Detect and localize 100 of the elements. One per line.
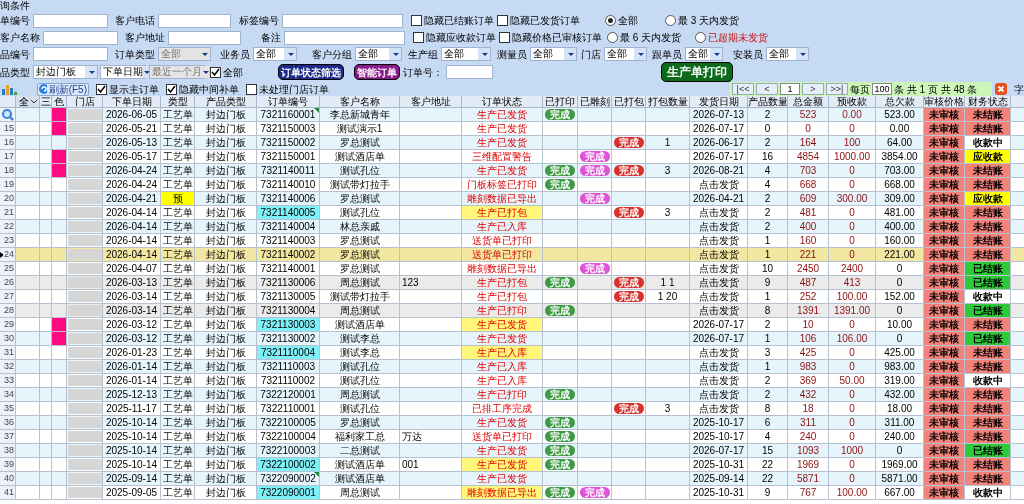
text-field[interactable] — [43, 30, 118, 45]
checkbox[interactable] — [246, 83, 257, 95]
table-row[interactable]: 18 2026-04-24 工艺单 封边门板 7321140011 测试孔位 生产已发货 完成 完成 完成 3 2026-08-21 4 703 0 703.00 未审核 未结账 — [0, 164, 1024, 178]
text-field[interactable] — [33, 13, 108, 28]
page-field[interactable]: 1 — [780, 83, 800, 95]
table-cell[interactable]: 点击发货 — [690, 374, 747, 387]
table-row[interactable]: 34 2025-12-13 工艺单 封边门板 7322120001 周总测试 生产已打印 完成 点击发货 2 432 0 432.00 未审核 未结账 — [0, 388, 1024, 402]
table-cell[interactable]: 2026-07-17 — [690, 318, 747, 331]
table-row[interactable]: 21 2026-04-14 工艺单 封边门板 7321140005 测试孔位 生产已打包 完成 3 点击发货 2 481 0 481.00 未审核 未结账 — [0, 206, 1024, 220]
table-cell[interactable]: 点击发货 — [690, 220, 747, 233]
dropdown[interactable]: 全部 — [766, 47, 809, 61]
radio-button[interactable] — [607, 32, 618, 43]
column-header[interactable]: 产品类型 — [195, 96, 257, 107]
checkbox[interactable] — [166, 83, 177, 95]
table-row[interactable]: 28 2026-03-14 工艺单 封边门板 7321130004 周总测试 生产已打印 完成 点击发货 8 1391 1391.00 0 未审核 已结账 — [0, 304, 1024, 318]
text-field[interactable] — [284, 30, 405, 45]
table-cell[interactable]: 2025-10-31 — [690, 486, 747, 499]
checkbox[interactable] — [497, 15, 508, 26]
table-cell[interactable]: 点击发货 — [690, 402, 747, 415]
column-header[interactable]: 财务状态 — [965, 96, 1011, 107]
table-cell[interactable]: 点击发货 — [690, 304, 747, 317]
text-field[interactable] — [282, 13, 403, 28]
table-row[interactable]: 39 2025-10-14 工艺单 封边门板 7322100002 测试酒店单 001 生产已发货 完成 2025-10-31 22 1969 0 1969.00 未审核 未结账 — [0, 458, 1024, 472]
table-row[interactable]: 25 2026-04-07 工艺单 封边门板 7321140001 罗总测试 雕刻数据已导出 完成 点击发货 10 2450 2400 0 未审核 已结账 — [0, 262, 1024, 276]
table-cell[interactable]: 2026-06-17 — [690, 136, 747, 149]
column-header[interactable]: 类型 — [161, 96, 195, 107]
table-cell[interactable]: 点击发货 — [690, 290, 747, 303]
column-header[interactable]: 审核价格 — [924, 96, 965, 107]
table-row[interactable]: 36 2025-10-14 工艺单 封边门板 7322100005 罗总测试 生产已发货 完成 2025-10-17 6 311 0 311.00 未审核 未结账 — [0, 416, 1024, 430]
dropdown[interactable]: 下单日期 — [100, 65, 146, 79]
column-header[interactable]: 客户名称 — [320, 96, 400, 107]
column-header[interactable]: 总金额 — [788, 96, 829, 107]
table-cell[interactable]: 点击发货 — [690, 248, 747, 261]
table-cell[interactable]: 点击发货 — [690, 206, 747, 219]
column-header[interactable]: 打包数量 — [646, 96, 690, 107]
table-row[interactable]: 22 2026-04-14 工艺单 封边门板 7321140004 林总亲戚 生产已入库 点击发货 2 400 0 400.00 未审核 未结账 — [0, 220, 1024, 234]
dropdown[interactable]: 全部 — [530, 47, 577, 61]
table-cell[interactable]: 2025-10-17 — [690, 416, 747, 429]
checkbox[interactable] — [210, 66, 221, 78]
table-cell[interactable]: 2026-08-21 — [690, 164, 747, 177]
table-cell[interactable]: 2026-07-17 — [690, 444, 747, 457]
column-header[interactable]: 客户地址 — [400, 96, 462, 107]
column-header[interactable]: 订单编号 — [257, 96, 320, 107]
column-header[interactable]: 已打包 — [612, 96, 646, 107]
table-cell[interactable]: 2025-10-31 — [690, 458, 747, 471]
table-row[interactable]: 33 2026-01-14 工艺单 封边门板 7321110002 测试孔位 生产已入库 点击发货 2 369 50.00 319.00 未审核 收款中 — [0, 374, 1024, 388]
column-header[interactable]: 已打印 — [543, 96, 578, 107]
column-header[interactable]: 产品数量 — [748, 96, 788, 107]
table-row[interactable]: 16 2026-05-13 工艺单 封边门板 7321150002 罗总测试 生产已发货 完成 1 2026-06-17 2 164 100 64.00 未审核 收款中 — [0, 136, 1024, 150]
text-field[interactable] — [33, 47, 108, 61]
table-row[interactable]: 26 2026-03-13 工艺单 封边门板 7321130006 周总测试 123 生产已打包 完成 完成 1 1 点击发货 9 487 413 0 未审核 已结账 — [0, 276, 1024, 290]
table-row[interactable]: 35 2025-11-17 工艺单 封边门板 7322110001 测试孔位 已排工序完成 完成 3 点击发货 8 18 0 18.00 未审核 未结账 — [0, 402, 1024, 416]
checkbox[interactable] — [413, 32, 424, 43]
checkbox[interactable] — [96, 83, 107, 95]
table-row[interactable]: 27 2026-03-14 工艺单 封边门板 7321130005 测试带灯拉手 生产已打包 完成 1 20 点击发货 1 252 100.00 152.00 未审核 收款中 — [0, 290, 1024, 304]
radio-button[interactable] — [665, 15, 676, 26]
table-cell[interactable]: 2026-04-21 — [690, 192, 747, 205]
column-header[interactable]: 色 — [52, 96, 67, 107]
checkbox[interactable] — [499, 32, 510, 43]
table-cell[interactable]: 点击发货 — [690, 346, 747, 359]
button[interactable]: 生产单打印 — [661, 62, 733, 82]
table-row[interactable]: 38 2025-10-14 工艺单 封边门板 7322100003 二总测试 生产已发货 完成 2026-07-17 15 1093 1000 0 未审核 已结账 — [0, 444, 1024, 458]
text-field[interactable] — [158, 13, 231, 28]
table-row[interactable]: 31 2026-01-23 工艺单 封边门板 7321110004 测试李总 生产已入库 点击发货 3 425 0 425.00 未审核 未结账 — [0, 346, 1024, 360]
column-header[interactable]: 订单状态 — [462, 96, 543, 107]
button[interactable]: 订单状态筛选 — [278, 64, 344, 80]
dropdown[interactable]: 全部 — [441, 47, 491, 61]
table-row[interactable]: 20 2026-04-21 预 封边门板 7321140006 罗总测试 雕刻数据已导出 完成 2026-04-21 2 609 300.00 309.00 未审核 应收款 — [0, 192, 1024, 206]
table-cell[interactable]: 点击发货 — [690, 234, 747, 247]
dropdown[interactable]: 封边门板 — [33, 65, 98, 79]
table-row[interactable]: 24 2026-04-14 工艺单 封边门板 7321140002 罗总测试 送货单已打印 点击发货 1 221 0 221.00 未审核 未结账 — [0, 248, 1024, 262]
table-cell[interactable]: 2025-09-14 — [690, 472, 747, 485]
table-cell[interactable]: 2026-07-13 — [690, 108, 747, 121]
page-button[interactable]: > — [802, 83, 824, 95]
column-header[interactable]: 预收款 — [829, 96, 876, 107]
table-row[interactable]: 15 2026-05-21 工艺单 封边门板 7321150003 测试演示1 生产已发货 2026-07-17 0 0 0 0.00 未审核 未结账 — [0, 122, 1024, 136]
table-row[interactable]: 29 2026-03-12 工艺单 封边门板 7321130003 测试酒店单 生产已发货 2026-07-17 2 10 0 10.00 未审核 未结账 — [0, 318, 1024, 332]
table-cell[interactable]: 点击发货 — [690, 276, 747, 289]
column-header[interactable]: 发货日期 — [690, 96, 748, 107]
table-row[interactable]: 41 2025-09-05 工艺单 封边门板 7322090001 周总测试 雕刻数据已导出 完成 完成 2025-10-31 9 767 100.00 667.00 未审核 收款中 — [0, 486, 1024, 500]
text-field[interactable] — [446, 65, 493, 79]
table-row[interactable]: 30 2026-03-12 工艺单 封边门板 7321130002 测试李总 生产已发货 2026-07-17 1 106 106.00 0 未审核 已结账 — [0, 332, 1024, 346]
table-cell[interactable]: 2025-10-17 — [690, 430, 747, 443]
page-button[interactable]: >>| — [826, 83, 848, 95]
column-header[interactable]: 总欠款 — [876, 96, 924, 107]
table-cell[interactable]: 2026-07-17 — [690, 332, 747, 345]
column-header[interactable]: 已雕刻 — [578, 96, 612, 107]
radio-button[interactable] — [605, 15, 616, 26]
dropdown[interactable]: 全部 — [355, 47, 402, 61]
table-row[interactable]: 37 2025-10-14 工艺单 封边门板 7322100004 福利家工总 万达 送货单已打印 完成 2025-10-17 4 240 0 240.00 未审核 未结账 — [0, 430, 1024, 444]
checkbox[interactable] — [411, 15, 422, 26]
page-button[interactable]: < — [756, 83, 778, 95]
table-row[interactable]: 23 2026-04-14 工艺单 封边门板 7321140003 罗总测试 送货单已打印 点击发货 1 160 0 160.00 未审核 未结账 — [0, 234, 1024, 248]
page-size-field[interactable]: 100 — [872, 83, 892, 95]
column-header[interactable]: 下单日期 — [103, 96, 161, 107]
select-all-dropdown[interactable]: 全 — [16, 96, 40, 107]
table-cell[interactable]: 点击发货 — [690, 388, 747, 401]
page-button[interactable]: |<< — [732, 83, 754, 95]
table-row[interactable]: 40 2025-09-14 工艺单 封边门板 7322090002 测试酒店单 生产已发货 2025-09-14 22 5871 0 5871.00 未审核 未结账 — [0, 472, 1024, 486]
table-cell[interactable]: 点击发货 — [690, 178, 747, 191]
